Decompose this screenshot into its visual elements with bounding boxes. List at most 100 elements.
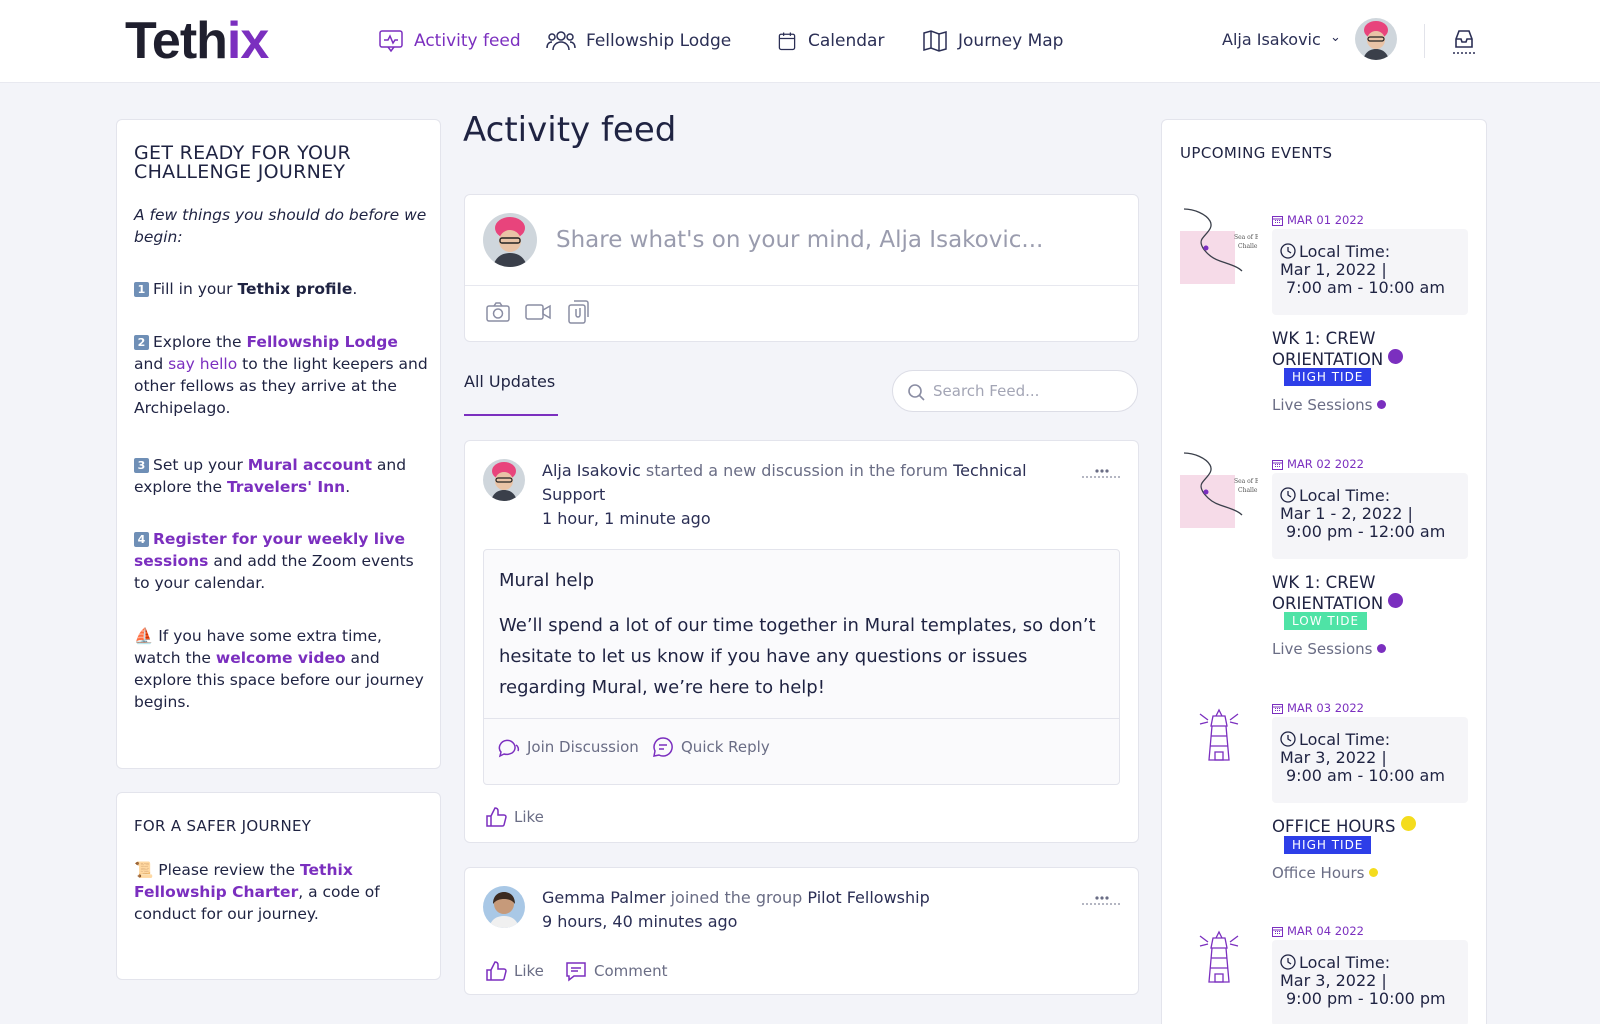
event-date: MAR 03 2022 — [1272, 701, 1364, 715]
status-dot — [1388, 593, 1404, 608]
lighthouse-icon[interactable] — [1180, 920, 1258, 998]
travelers-inn-link[interactable]: Travelers' Inn — [227, 478, 345, 496]
tide-badge: LOW TIDE — [1284, 612, 1368, 630]
author-link[interactable]: Alja Isakovic — [542, 461, 641, 480]
safer-journey-card: FOR A SAFER JOURNEY 📜 Please review the … — [116, 792, 441, 980]
post-composer: Share what's on your mind, Alja Isakovic… — [464, 194, 1139, 342]
like-button[interactable]: Like — [485, 960, 544, 982]
users-icon — [546, 31, 576, 51]
author-avatar[interactable] — [483, 459, 525, 501]
post-header: Gemma Palmer joined the group Pilot Fell… — [542, 886, 1052, 934]
journey-step-1: 1 Fill in your Tethix profile. — [134, 278, 429, 300]
journey-step-2: 2 Explore the Fellowship Lodge and say he… — [134, 333, 428, 417]
events-title: UPCOMING EVENTS — [1180, 144, 1333, 162]
calendar-icon — [1272, 703, 1283, 714]
welcome-video-link[interactable]: welcome video — [216, 649, 346, 667]
journey-step-3: 3 Set up your Mural account and explore t… — [134, 456, 407, 496]
thumbs-up-icon — [486, 807, 507, 827]
discussion-preview[interactable]: Mural help We’ll spend a lot of our time… — [483, 549, 1120, 785]
journey-step-4: 4 Register for your weekly live sessions … — [134, 530, 414, 592]
nav-label: Journey Map — [958, 31, 1064, 51]
clock-icon — [1280, 487, 1296, 503]
svg-text:Challe: Challe — [1238, 243, 1258, 250]
top-header: Tethix Activity feed Fellowship Lodge Ca… — [0, 0, 1600, 83]
tide-badge: HIGH TIDE — [1284, 836, 1372, 854]
keycap-3-icon: 3 — [134, 458, 149, 473]
post-timestamp[interactable]: 9 hours, 40 minutes ago — [542, 910, 1052, 934]
chevron-down-icon[interactable]: ⌄ — [1330, 30, 1341, 45]
calendar-icon — [1272, 459, 1283, 470]
nav-activity-feed[interactable]: Activity feed — [378, 26, 521, 56]
map-thumbnail-icon[interactable]: Sea of E Challe — [1180, 206, 1258, 284]
attachment-icon[interactable] — [566, 299, 592, 325]
nav-journey-map[interactable]: Journey Map — [922, 26, 1063, 56]
event-local-time: Local Time: Mar 3, 2022 | 9:00 am - 10:0… — [1272, 717, 1468, 803]
chat-bubbles-icon — [498, 739, 520, 758]
discussion-excerpt: We’ll spend a lot of our time together i… — [499, 615, 1096, 698]
nav-fellowship-lodge[interactable]: Fellowship Lodge — [546, 26, 731, 56]
keycap-2-icon: 2 — [134, 335, 149, 350]
reply-bubble-icon — [653, 737, 673, 757]
event-title[interactable]: WK 1: CREW ORIENTATION — [1272, 328, 1452, 370]
activity-icon — [379, 30, 403, 53]
event-category[interactable]: Office Hours — [1272, 864, 1379, 882]
group-link[interactable]: Pilot Fellowship — [807, 888, 929, 907]
like-button[interactable]: Like — [485, 806, 544, 828]
say-hello-link[interactable]: say hello — [168, 355, 237, 373]
event-date: MAR 01 2022 — [1272, 213, 1364, 227]
author-link[interactable]: Gemma Palmer — [542, 888, 666, 907]
composer-input[interactable]: Share what's on your mind, Alja Isakovic… — [556, 227, 1043, 253]
journey-card-title: GET READY FOR YOUR CHALLENGE JOURNEY — [134, 142, 351, 183]
camera-icon[interactable] — [485, 299, 511, 325]
search-input[interactable] — [933, 379, 1123, 403]
nav-label: Calendar — [808, 31, 885, 51]
status-dot — [1388, 349, 1404, 364]
event-category[interactable]: Live Sessions — [1272, 640, 1387, 658]
event-local-time: Local Time: Mar 3, 2022 | 9:00 pm - 10:0… — [1272, 940, 1468, 1024]
journey-step-5: ⛵ If you have some extra time, watch the… — [134, 627, 424, 711]
activity-post: Alja Isakovic started a new discussion i… — [464, 440, 1139, 843]
event-date: MAR 02 2022 — [1272, 457, 1364, 471]
more-options-icon[interactable] — [1082, 894, 1120, 906]
event-category[interactable]: Live Sessions — [1272, 396, 1387, 414]
svg-text:Challe: Challe — [1238, 487, 1258, 494]
mural-account-link[interactable]: Mural account — [248, 456, 372, 474]
author-avatar[interactable] — [483, 886, 525, 928]
svg-text:Sea of E: Sea of E — [1234, 234, 1258, 241]
discussion-divider — [484, 718, 1119, 719]
tab-active-underline — [464, 414, 558, 416]
event-title[interactable]: WK 1: CREW ORIENTATION — [1272, 572, 1452, 614]
user-avatar[interactable] — [1355, 18, 1397, 60]
comment-icon — [566, 962, 586, 982]
discussion-title[interactable]: Mural help — [499, 570, 594, 591]
user-menu-name[interactable]: Alja Isakovic — [1222, 30, 1321, 49]
quick-reply-button[interactable]: Quick Reply — [652, 736, 770, 758]
video-icon[interactable] — [524, 299, 552, 325]
tethix-logo[interactable]: Tethix — [125, 12, 269, 70]
keycap-1-icon: 1 — [134, 282, 149, 297]
journey-checklist-card: GET READY FOR YOUR CHALLENGE JOURNEY A f… — [116, 119, 441, 769]
map-thumbnail-icon[interactable]: Sea of E Challe — [1180, 450, 1258, 528]
event-local-time: Local Time: Mar 1 - 2, 2022 | 9:00 pm - … — [1272, 473, 1468, 559]
composer-avatar — [483, 213, 537, 267]
inbox-icon[interactable] — [1451, 27, 1477, 55]
comment-button[interactable]: Comment — [565, 960, 668, 982]
clock-icon — [1280, 243, 1296, 259]
activity-post: Gemma Palmer joined the group Pilot Fell… — [464, 867, 1139, 995]
search-icon — [908, 384, 925, 401]
event-title[interactable]: OFFICE HOURS — [1272, 816, 1472, 837]
lighthouse-icon[interactable] — [1180, 698, 1258, 776]
event-date: MAR 04 2022 — [1272, 924, 1364, 938]
tab-all-updates[interactable]: All Updates — [464, 372, 555, 391]
fellowship-lodge-link[interactable]: Fellowship Lodge — [246, 333, 397, 351]
nav-calendar[interactable]: Calendar — [776, 26, 884, 56]
tethix-profile-link[interactable]: Tethix profile — [237, 280, 352, 298]
composer-divider — [465, 285, 1138, 286]
category-dot — [1369, 868, 1379, 877]
clock-icon — [1280, 954, 1296, 970]
category-dot — [1377, 400, 1387, 409]
more-options-icon[interactable] — [1082, 467, 1120, 479]
join-discussion-button[interactable]: Join Discussion — [498, 736, 639, 758]
post-timestamp[interactable]: 1 hour, 1 minute ago — [542, 507, 1052, 531]
nav-label: Activity feed — [414, 31, 521, 51]
